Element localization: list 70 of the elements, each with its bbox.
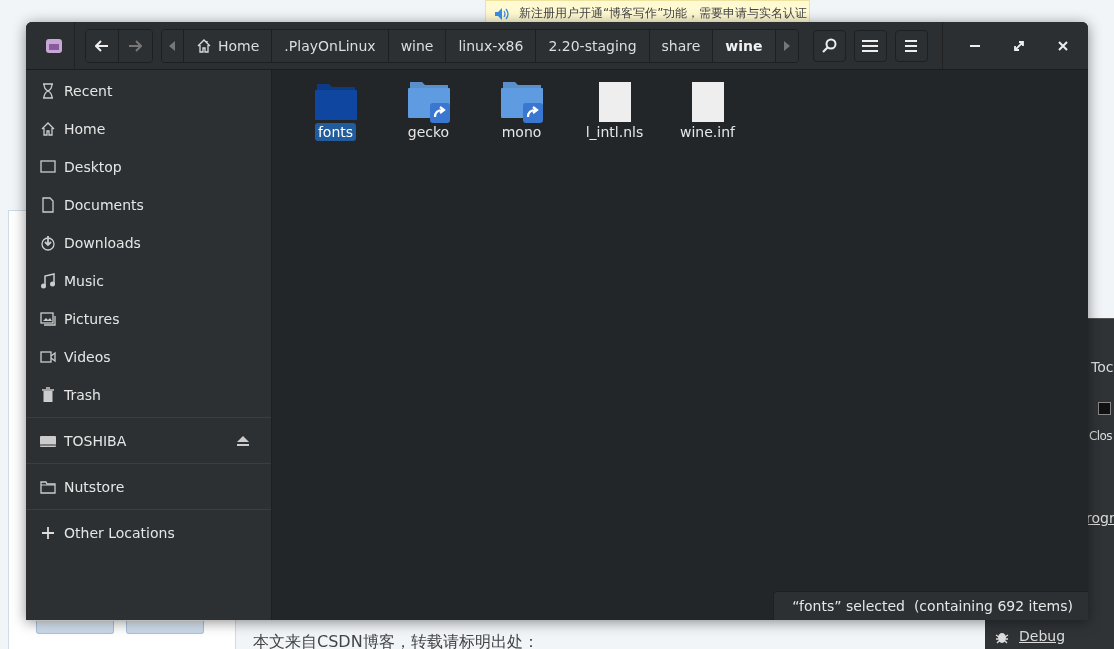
- sidebar-item[interactable]: Recent: [26, 72, 271, 110]
- sidebar-label: Other Locations: [64, 525, 176, 541]
- sidebar-item[interactable]: Other Locations: [26, 514, 271, 552]
- download-icon: [40, 235, 56, 251]
- panel-link[interactable]: Debug: [1019, 628, 1066, 644]
- checkbox[interactable]: [1098, 402, 1111, 415]
- home-icon: [196, 37, 212, 54]
- sidebar-item[interactable]: Music: [26, 262, 271, 300]
- scroll-left-button[interactable]: [161, 29, 184, 62]
- sidebar-item[interactable]: Videos: [26, 338, 271, 376]
- file-name[interactable]: gecko: [404, 123, 453, 141]
- file-icon: [690, 80, 725, 124]
- sidebar-item[interactable]: Pictures: [26, 300, 271, 338]
- trash-icon: [40, 387, 56, 403]
- minimize-icon: [970, 44, 981, 47]
- sidebar-label: Videos: [64, 349, 112, 365]
- path-button[interactable]: wine: [713, 29, 776, 62]
- sidebar-item[interactable]: Home: [26, 110, 271, 148]
- document-icon: [40, 197, 56, 213]
- list-icon: [862, 38, 879, 53]
- sidebar-label: Documents: [64, 197, 145, 213]
- file-icon: [597, 80, 632, 124]
- linked-folder-icon: [499, 80, 544, 124]
- file-name[interactable]: fonts: [314, 123, 357, 141]
- linked-folder-icon: [406, 80, 451, 124]
- music-note-icon: [40, 273, 56, 289]
- sidebar-item[interactable]: Nutstore: [26, 468, 271, 506]
- back-button[interactable]: [85, 29, 119, 62]
- monitor-icon: [40, 159, 56, 175]
- file-name[interactable]: mono: [498, 123, 545, 141]
- sidebar-item[interactable]: Downloads: [26, 224, 271, 262]
- video-camera-icon: [40, 349, 56, 365]
- forward-arrow-icon: [128, 39, 143, 52]
- file-name[interactable]: wine.inf: [677, 123, 738, 141]
- back-arrow-icon: [94, 39, 109, 52]
- drive-icon: [40, 433, 56, 449]
- sidebar-label: TOSHIBA: [64, 433, 128, 449]
- sidebar-label: Pictures: [64, 311, 121, 327]
- sidebar-item[interactable]: TOSHIBA: [26, 422, 271, 460]
- notice-text: 新注册用户开通“博客写作”功能，需要申请与实名认证: [519, 5, 808, 22]
- sidebar-label: Music: [64, 273, 105, 289]
- sidebar-item[interactable]: Documents: [26, 186, 271, 224]
- sidebar-label: Recent: [64, 83, 114, 99]
- picture-icon: [40, 311, 56, 327]
- status-bar: “fonts” selected (containing 692 items): [773, 591, 1088, 620]
- search-button[interactable]: [813, 29, 846, 62]
- sidebar-label: Home: [64, 121, 107, 137]
- plus-icon: [40, 525, 56, 541]
- sidebar-label: Nutstore: [64, 479, 126, 495]
- sidebar-item[interactable]: Trash: [26, 376, 271, 414]
- maximize-icon: [1014, 40, 1025, 51]
- right-triangle-icon: [783, 40, 790, 51]
- sidebar-label: Downloads: [64, 235, 142, 251]
- panel-label: Clos: [1089, 429, 1112, 443]
- speaker-icon: [494, 6, 510, 21]
- menu-icon: [905, 38, 918, 53]
- search-icon: [821, 37, 838, 54]
- hourglass-icon: [40, 83, 56, 99]
- left-triangle-icon: [169, 40, 176, 51]
- view-list-button[interactable]: [853, 29, 887, 62]
- sidebar-label: Desktop: [64, 159, 123, 175]
- bug-icon: [995, 630, 1009, 644]
- home-icon: [40, 121, 56, 137]
- sidebar-item[interactable]: Desktop: [26, 148, 271, 186]
- article-text: 本文来自CSDN博客，转载请标明出处：: [253, 632, 539, 649]
- sidebar-label: Trash: [64, 387, 102, 403]
- close-icon: [1058, 40, 1069, 51]
- menu-button[interactable]: [894, 29, 928, 62]
- file-name[interactable]: l_intl.nls: [582, 123, 647, 141]
- panel-tab[interactable]: Toc: [1091, 359, 1114, 375]
